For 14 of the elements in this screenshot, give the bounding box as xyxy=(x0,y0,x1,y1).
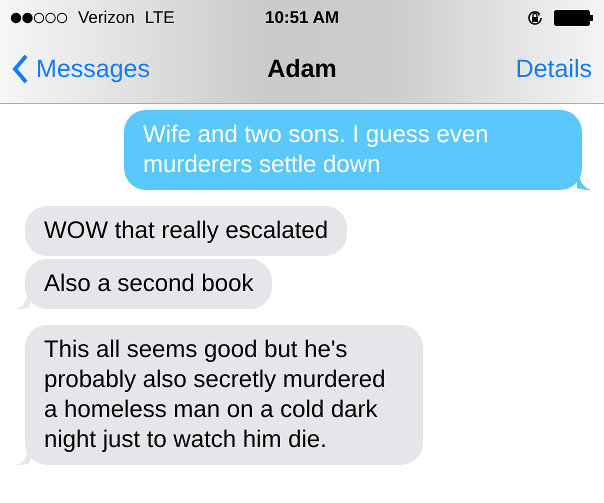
chevron-left-icon xyxy=(12,54,28,84)
carrier-name: Verizon xyxy=(78,8,135,28)
contact-name: Adam xyxy=(267,54,337,84)
bubble-tail-icon xyxy=(16,297,30,309)
rotation-lock-icon xyxy=(526,8,544,26)
bubble-tail-icon xyxy=(577,178,591,190)
battery-icon xyxy=(554,10,594,26)
bubble-tail-icon xyxy=(16,453,30,465)
network-type: LTE xyxy=(144,8,175,28)
received-message: WOW that really escalated xyxy=(25,206,348,256)
status-time: 10:51 AM xyxy=(265,8,340,28)
details-button[interactable]: Details xyxy=(336,54,592,84)
signal-icon xyxy=(10,12,68,24)
back-button[interactable]: Messages xyxy=(12,54,268,84)
